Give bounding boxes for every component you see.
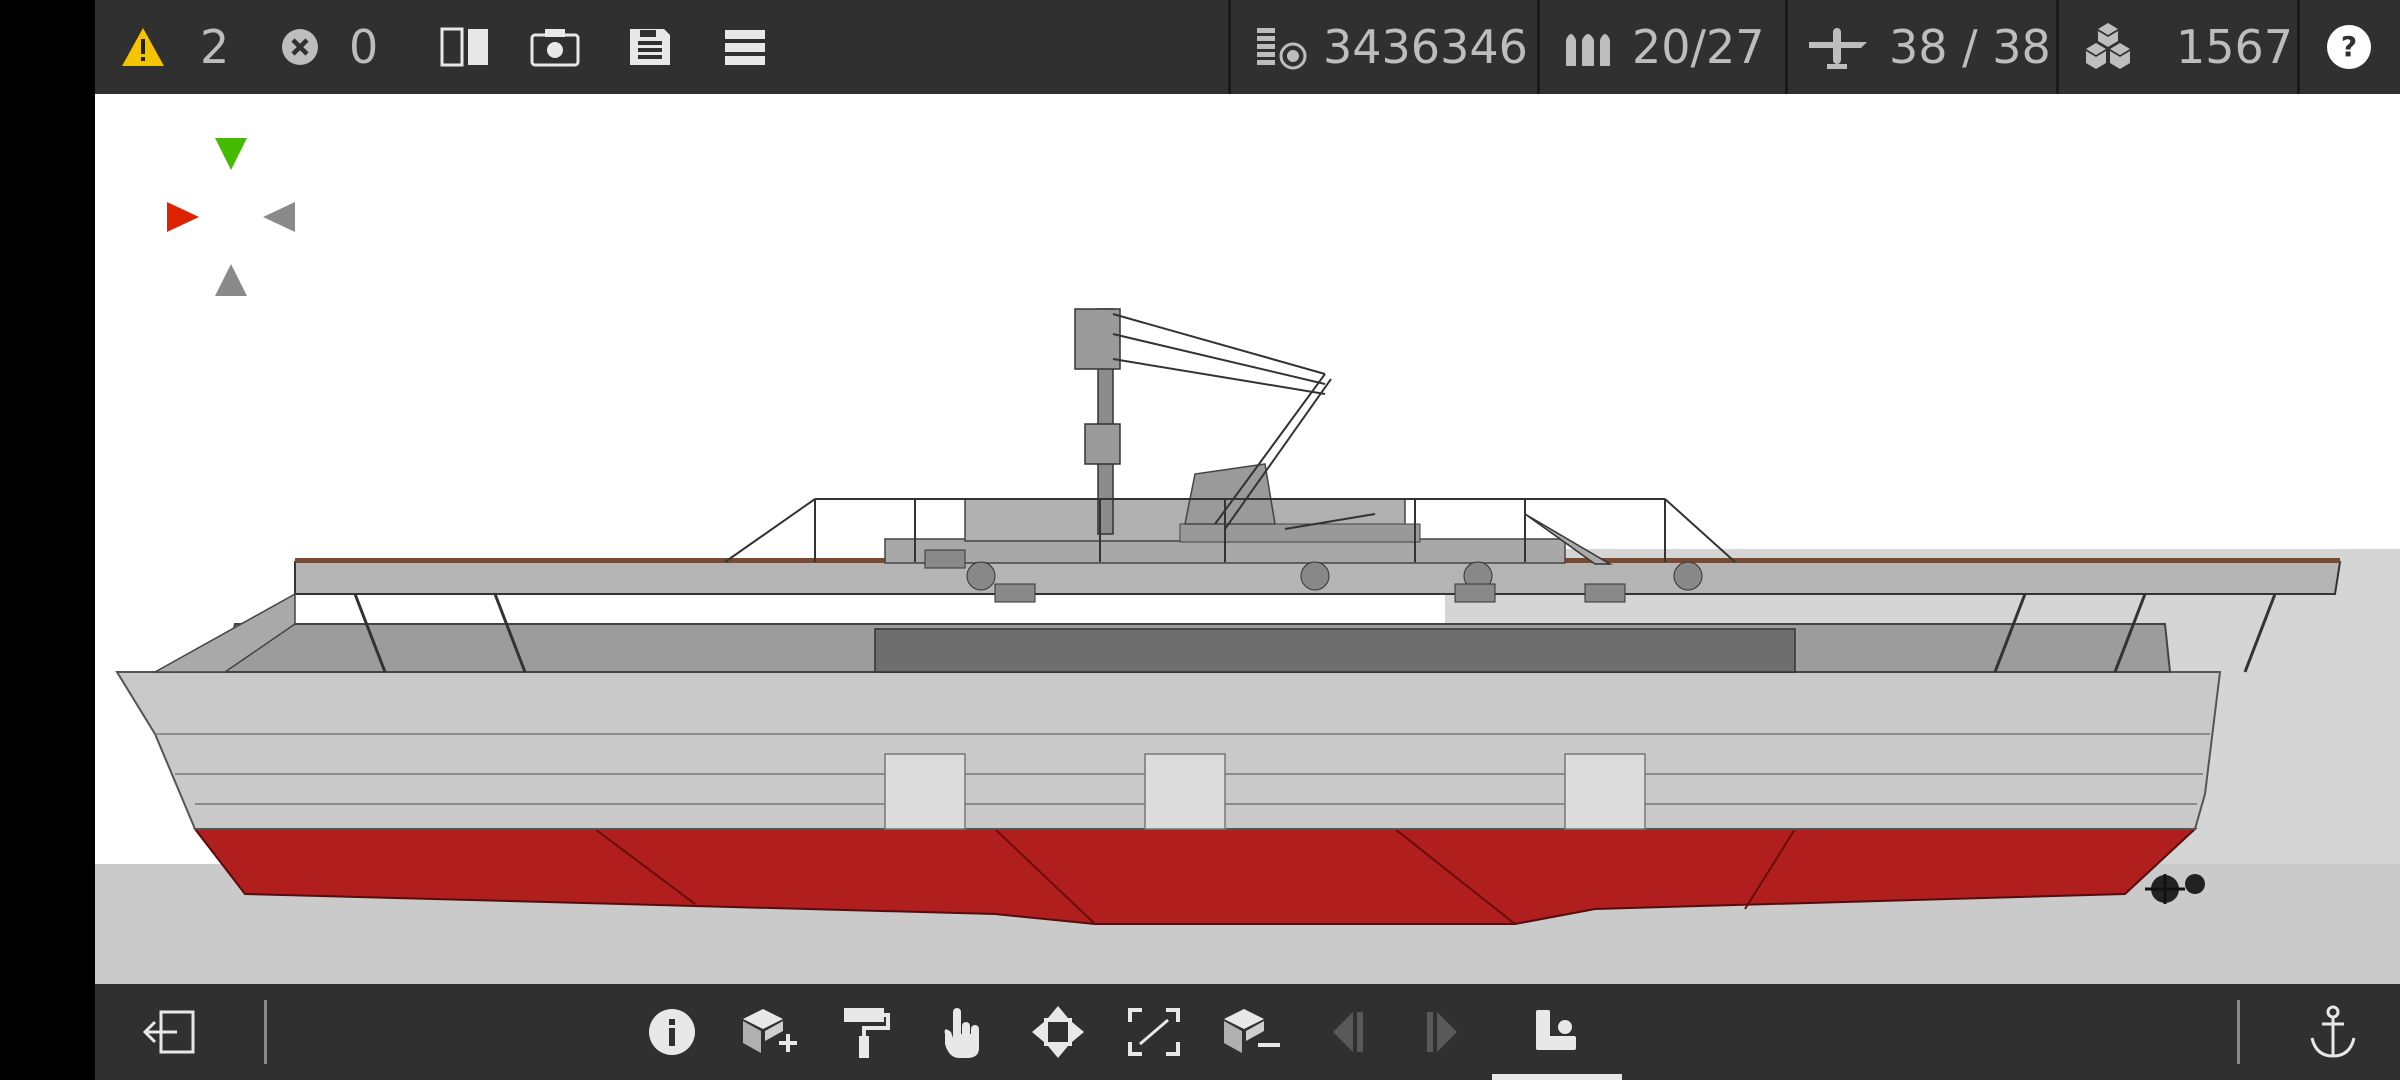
crew-seat-button[interactable] — [1492, 984, 1622, 1080]
mirror-button[interactable] — [425, 0, 505, 94]
gizmo-grey-arrow-right[interactable] — [263, 202, 295, 232]
aircraft-icon — [1805, 20, 1871, 74]
remove-block-icon — [1220, 1005, 1282, 1059]
move-icon — [1030, 1004, 1086, 1060]
crew-seat-icon — [1532, 1006, 1582, 1058]
gizmo-green-arrow[interactable] — [215, 138, 247, 170]
aircraft-stat: 38 / 38 — [1805, 0, 2051, 94]
error-icon — [280, 27, 320, 67]
help-button[interactable]: ? — [2325, 0, 2373, 94]
remove-block-button[interactable] — [1203, 984, 1299, 1080]
toolbar-divider — [264, 1000, 267, 1064]
camera-icon — [529, 27, 581, 67]
save-icon — [628, 27, 672, 67]
parts-icon — [2080, 21, 2136, 73]
gizmo-red-arrow[interactable] — [167, 202, 199, 232]
parts-value: 1567 — [2176, 20, 2294, 74]
left-black-strip — [0, 0, 95, 1080]
add-block-button[interactable] — [721, 984, 817, 1080]
select-button[interactable] — [913, 984, 1009, 1080]
resize-button[interactable] — [1106, 984, 1202, 1080]
resize-icon — [1126, 1006, 1182, 1058]
orientation-gizmo[interactable] — [167, 138, 295, 296]
anchor-button[interactable] — [2285, 984, 2381, 1080]
toolbar-divider — [1785, 0, 1788, 94]
ammo-value: 20/27 — [1632, 20, 1765, 74]
toolbar-divider — [1537, 0, 1540, 94]
add-block-icon — [739, 1005, 799, 1059]
model-viewport[interactable] — [95, 94, 2400, 984]
anchor-icon — [2308, 1004, 2358, 1060]
warnings-count: 2 — [200, 20, 230, 74]
cost-stat: 3436346 — [1255, 0, 1528, 94]
active-tool-indicator — [1492, 1074, 1622, 1080]
exit-icon — [141, 1008, 197, 1056]
toolbar-divider — [1228, 0, 1231, 94]
move-button[interactable] — [1010, 984, 1106, 1080]
camera-button[interactable] — [515, 0, 595, 94]
warnings-indicator[interactable]: 2 — [120, 0, 229, 94]
errors-indicator[interactable]: 0 — [280, 0, 378, 94]
step-forward-button[interactable] — [1395, 984, 1491, 1080]
errors-count: 0 — [349, 20, 379, 74]
svg-text:?: ? — [2341, 30, 2357, 63]
menu-icon — [723, 28, 767, 66]
info-icon — [647, 1007, 697, 1057]
save-button[interactable] — [610, 0, 690, 94]
paint-button[interactable] — [817, 984, 913, 1080]
parts-stat: 1567 — [2080, 0, 2293, 94]
help-icon: ? — [2325, 23, 2373, 71]
toolbar-divider — [2056, 0, 2059, 94]
step-forward-icon — [1423, 1008, 1463, 1056]
aircraft-value: 38 / 38 — [1889, 20, 2051, 74]
hand-select-icon — [939, 1004, 983, 1060]
top-toolbar: 2 0 3436346 20/27 38 / 38 1567 ? — [95, 0, 2400, 94]
ammo-icon — [1562, 24, 1614, 70]
menu-button[interactable] — [705, 0, 785, 94]
step-back-icon — [1327, 1008, 1367, 1056]
gizmo-grey-arrow-bottom[interactable] — [215, 264, 247, 296]
toolbar-divider — [2297, 0, 2300, 94]
step-back-button[interactable] — [1299, 984, 1395, 1080]
mirror-icon — [439, 25, 491, 69]
ship-render — [95, 138, 2400, 984]
cost-value: 3436346 — [1323, 20, 1528, 74]
paint-roller-icon — [840, 1004, 890, 1060]
coins-icon — [1255, 24, 1311, 70]
bottom-toolbar — [95, 984, 2400, 1080]
warning-icon — [120, 26, 166, 68]
exit-button[interactable] — [121, 984, 217, 1080]
ammo-stat: 20/27 — [1562, 0, 1765, 94]
toolbar-divider — [2237, 1000, 2240, 1064]
info-button[interactable] — [624, 984, 720, 1080]
